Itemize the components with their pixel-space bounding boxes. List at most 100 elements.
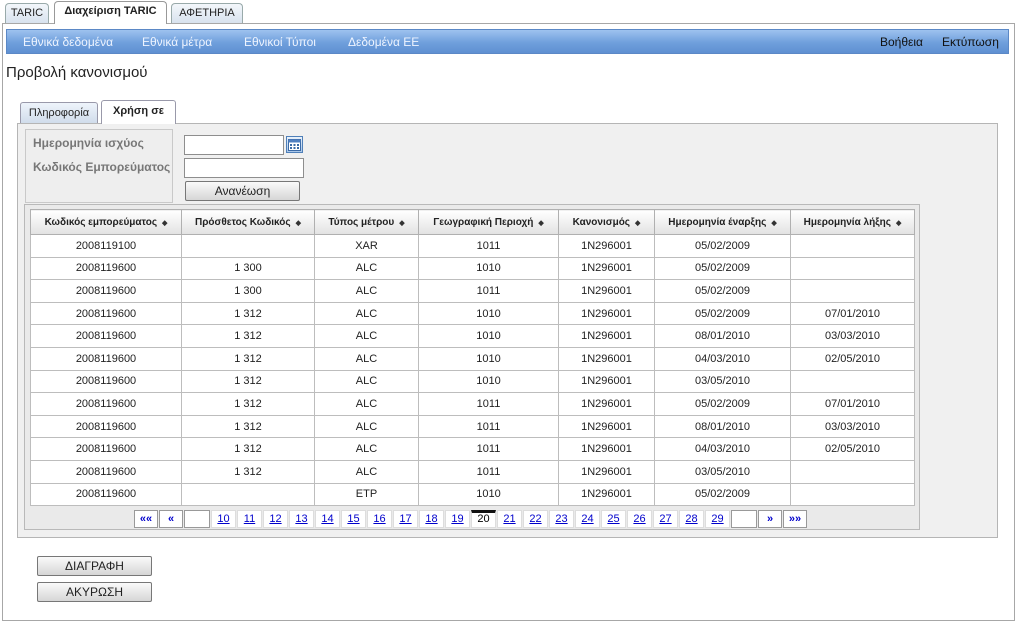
table-cell: 1 312 — [181, 301, 315, 326]
table-cell — [181, 482, 315, 507]
table-cell: 02/05/2010 — [790, 346, 915, 371]
first-page-button[interactable]: «« — [134, 510, 158, 528]
table-cell: 2008119600 — [30, 459, 182, 484]
page-link[interactable]: 14 — [315, 510, 340, 528]
cancel-button[interactable]: ΑΚΥΡΩΣΗ — [37, 582, 152, 602]
table-cell: 1010 — [418, 301, 559, 326]
tab-taric[interactable]: TARIC — [5, 3, 49, 23]
col-header-regulation[interactable]: Κανονισμός ◆ — [558, 209, 655, 235]
col-header-geo-area[interactable]: Γεωγραφική Περιοχή ◆ — [418, 209, 559, 235]
table-cell: 05/02/2009 — [654, 234, 791, 258]
next-page-button[interactable]: » — [758, 510, 782, 528]
page-link[interactable]: 12 — [263, 510, 288, 528]
delete-button[interactable]: ΔΙΑΓΡΑΦΗ — [37, 556, 152, 576]
page-link[interactable]: 29 — [705, 510, 730, 528]
current-page[interactable]: 20 — [471, 510, 496, 528]
table-row[interactable]: 2008119600 ETP 1010 1N296001 05/02/2009 — [30, 482, 915, 507]
page-link[interactable]: 15 — [341, 510, 366, 528]
page-link[interactable]: 27 — [653, 510, 678, 528]
table-cell: 2008119600 — [30, 279, 182, 303]
table-cell: 05/02/2009 — [654, 279, 791, 303]
page-link[interactable]: 10 — [211, 510, 236, 528]
col-header-label: Κωδικός εμπορεύματος — [44, 216, 158, 228]
table-cell: 2008119600 — [30, 256, 182, 281]
page-link[interactable]: 24 — [575, 510, 600, 528]
commodity-code-input[interactable] — [184, 158, 304, 178]
table-cell: 07/01/2010 — [790, 301, 915, 326]
col-header-end-date[interactable]: Ημερομηνία λήξης ◆ — [790, 209, 915, 235]
table-row[interactable]: 2008119600 1 312 ALC 1010 1N296001 08/01/2010… — [30, 324, 915, 348]
page-link[interactable]: 26 — [627, 510, 652, 528]
table-cell: 1010 — [418, 482, 559, 507]
col-header-label: Γεωγραφική Περιοχή — [433, 216, 534, 228]
sort-icon: ◆ — [162, 219, 168, 227]
table-row[interactable]: 2008119600 1 312 ALC 1010 1N296001 03/05/2010 — [30, 369, 915, 394]
col-header-label: Ημερομηνία έναρξης — [668, 216, 767, 228]
table-cell: 2008119100 — [30, 234, 182, 258]
page-link[interactable]: 23 — [549, 510, 574, 528]
last-page-button[interactable]: »» — [783, 510, 807, 528]
table-row[interactable]: 2008119600 1 300 ALC 1011 1N296001 05/02/2009 — [30, 279, 915, 303]
table-header-row: Κωδικός εμπορεύματος ◆ Πρόσθετος Κωδικός ◆… — [30, 209, 915, 235]
table-cell: 2008119600 — [30, 369, 182, 394]
table-cell: 1 312 — [181, 459, 315, 484]
page-link[interactable]: 25 — [601, 510, 626, 528]
page-links: 10 11 12 13 14 15 16 17 18 19 20 21 22 23 24 25 26 27 28 29 — [211, 510, 731, 528]
page-link[interactable]: 19 — [445, 510, 470, 528]
table-cell: 1N296001 — [558, 279, 655, 303]
tab-used-in[interactable]: Χρήση σε — [101, 100, 176, 124]
table-cell: 1N296001 — [558, 414, 655, 439]
page-link[interactable]: 28 — [679, 510, 704, 528]
page-title: Προβολή κανονισμού — [6, 64, 148, 81]
table-row[interactable]: 2008119600 1 312 ALC 1011 1N296001 04/03/2010… — [30, 437, 915, 461]
page-link[interactable]: 17 — [393, 510, 418, 528]
col-header-label: Τύπος μέτρου — [328, 216, 395, 228]
pagination-spacer — [184, 510, 210, 528]
table-cell: 2008119600 — [30, 301, 182, 326]
table-cell: 1011 — [418, 459, 559, 484]
table-cell — [181, 234, 315, 258]
col-header-commodity-code[interactable]: Κωδικός εμπορεύματος ◆ — [30, 209, 182, 235]
page-link[interactable]: 18 — [419, 510, 444, 528]
nav-national-data[interactable]: Εθνικά δεδομένα — [23, 35, 113, 49]
page-link[interactable]: 13 — [289, 510, 314, 528]
col-header-start-date[interactable]: Ημερομηνία έναρξης ◆ — [654, 209, 791, 235]
page-link[interactable]: 11 — [237, 510, 262, 528]
table-cell: 04/03/2010 — [654, 346, 791, 371]
page-link[interactable]: 16 — [367, 510, 392, 528]
table-row[interactable]: 2008119600 1 312 ALC 1011 1N296001 03/05/2010 — [30, 459, 915, 484]
tab-afetiria[interactable]: ΑΦΕΤΗΡΙΑ — [171, 3, 243, 23]
nav-national-measures[interactable]: Εθνικά μέτρα — [142, 35, 212, 49]
table-row[interactable]: 2008119600 1 312 ALC 1011 1N296001 05/02/2009… — [30, 392, 915, 416]
nav-print[interactable]: Εκτύπωση — [942, 35, 999, 49]
page-link[interactable]: 22 — [523, 510, 548, 528]
results-table: Κωδικός εμπορεύματος ◆ Πρόσθετος Κωδικός ◆… — [30, 209, 915, 507]
table-body: 2008119100 XAR 1011 1N296001 05/02/2009 20081… — [30, 234, 915, 507]
nav-eu-data[interactable]: Δεδομένα ΕΕ — [348, 35, 419, 49]
table-cell: 1N296001 — [558, 369, 655, 394]
table-row[interactable]: 2008119600 1 312 ALC 1010 1N296001 05/02/2009… — [30, 301, 915, 326]
prev-page-button[interactable]: « — [159, 510, 183, 528]
col-header-measure-type[interactable]: Τύπος μέτρου ◆ — [314, 209, 419, 235]
table-row[interactable]: 2008119100 XAR 1011 1N296001 05/02/2009 — [30, 234, 915, 258]
nav-help[interactable]: Βοήθεια — [880, 35, 923, 49]
tab-information[interactable]: Πληροφορία — [20, 102, 98, 124]
refresh-button[interactable]: Ανανέωση — [185, 181, 300, 201]
table-cell: ALC — [314, 324, 419, 348]
sort-icon: ◆ — [635, 219, 641, 227]
calendar-icon[interactable] — [286, 136, 303, 153]
col-header-additional-code[interactable]: Πρόσθετος Κωδικός ◆ — [181, 209, 315, 235]
sort-icon: ◆ — [538, 219, 544, 227]
table-cell: 1N296001 — [558, 346, 655, 371]
table-cell: 1N296001 — [558, 324, 655, 348]
page-link[interactable]: 21 — [497, 510, 522, 528]
date-input[interactable] — [184, 135, 284, 155]
table-cell: 1 312 — [181, 324, 315, 348]
table-cell: 1N296001 — [558, 437, 655, 461]
tab-taric-management[interactable]: Διαχείριση TARIC — [54, 1, 167, 24]
table-row[interactable]: 2008119600 1 312 ALC 1010 1N296001 04/03/2010… — [30, 346, 915, 371]
table-row[interactable]: 2008119600 1 300 ALC 1010 1N296001 05/02/2009 — [30, 256, 915, 281]
nav-national-types[interactable]: Εθνικοί Τύποι — [244, 35, 316, 49]
table-cell: 1 312 — [181, 392, 315, 416]
table-row[interactable]: 2008119600 1 312 ALC 1011 1N296001 08/01/2010… — [30, 414, 915, 439]
